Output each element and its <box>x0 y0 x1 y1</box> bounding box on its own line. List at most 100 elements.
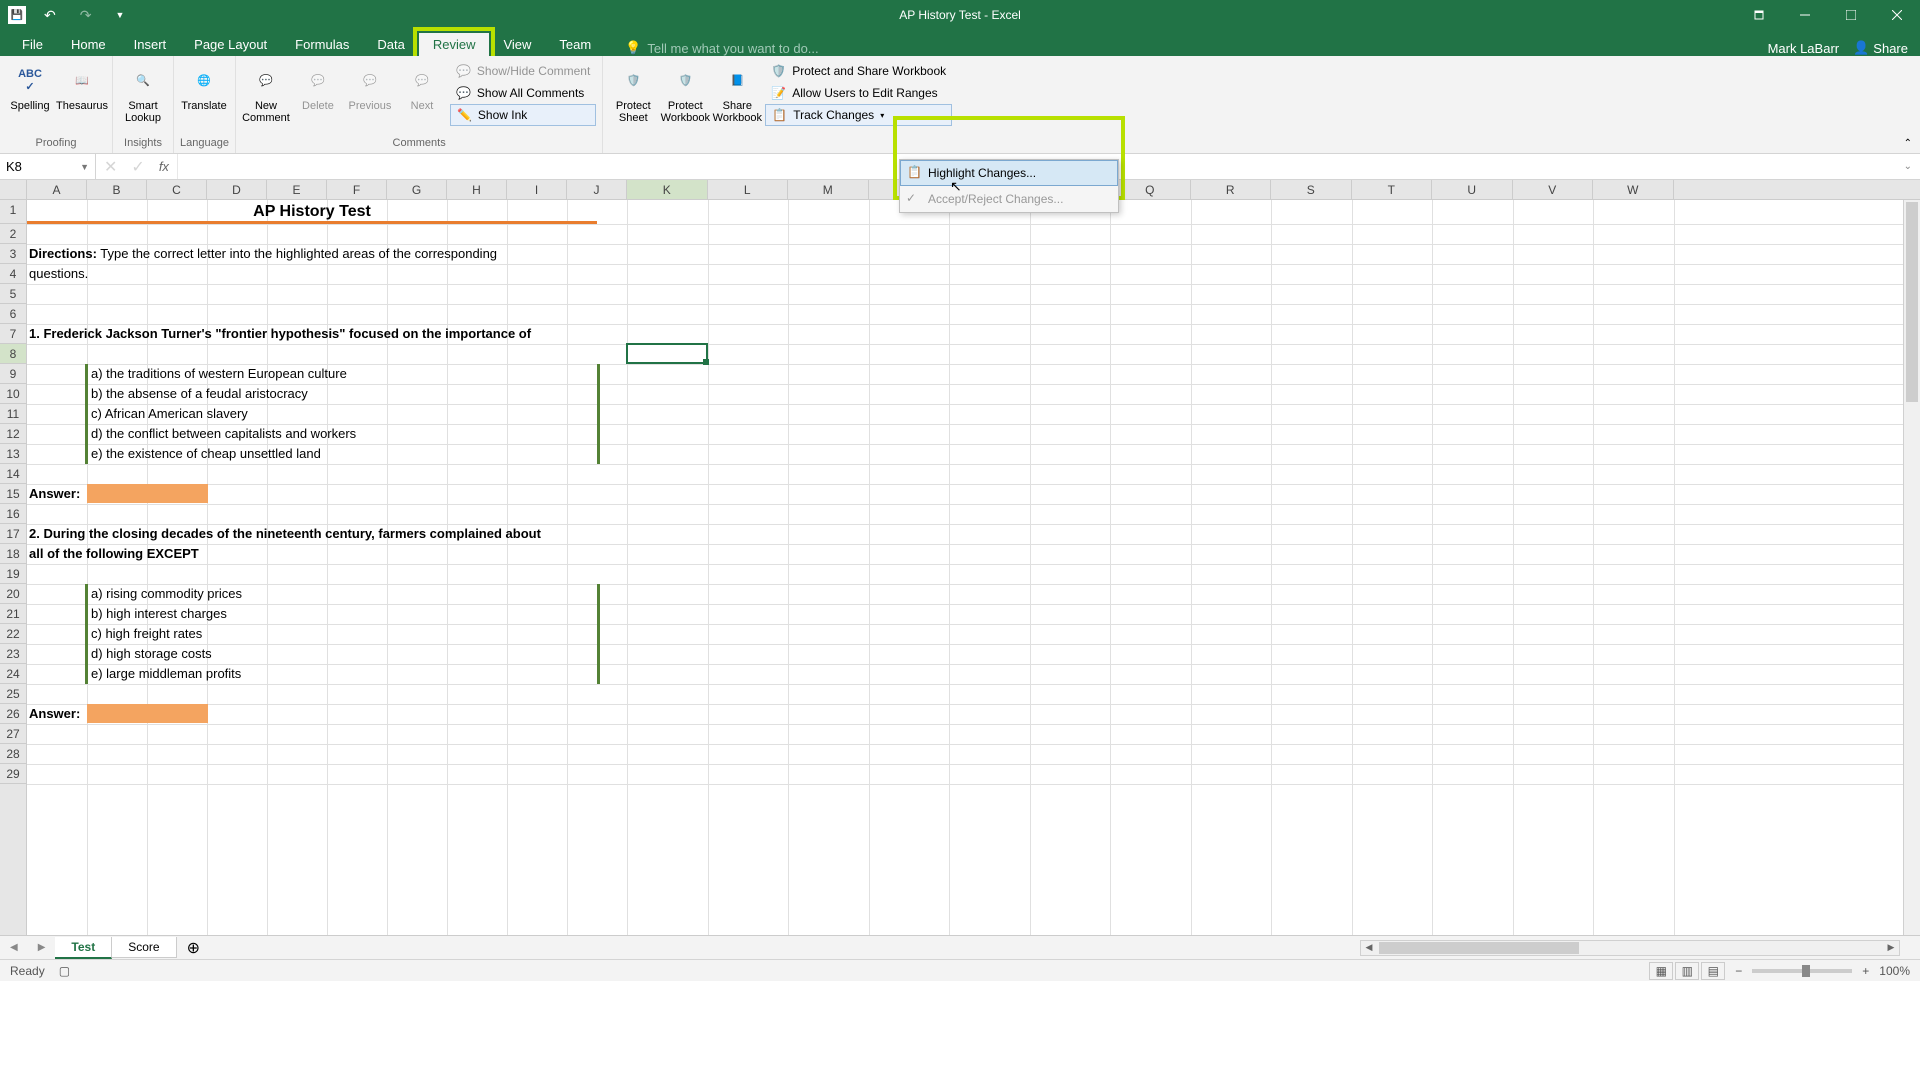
hscroll-right[interactable]: ▶ <box>1883 941 1899 955</box>
maximize-button[interactable] <box>1828 0 1874 30</box>
col-header-V[interactable]: V <box>1513 180 1594 199</box>
spreadsheet-grid[interactable]: ABCDEFGHIJKLMNOPQRSTUVW 1234567891011121… <box>0 180 1920 935</box>
vertical-scrollbar[interactable] <box>1903 200 1920 935</box>
horizontal-scrollbar[interactable]: ◀ ▶ <box>1360 940 1900 956</box>
save-icon[interactable]: 💾 <box>8 6 26 24</box>
user-name[interactable]: Mark LaBarr <box>1768 41 1840 56</box>
tab-file[interactable]: File <box>8 33 57 56</box>
tab-team[interactable]: Team <box>545 33 605 56</box>
redo-button[interactable]: ↷ <box>74 7 98 24</box>
spelling-button[interactable]: ABC✓ Spelling <box>6 60 54 116</box>
new-comment-button[interactable]: 💬 New Comment <box>242 60 290 128</box>
protect-sheet-button[interactable]: 🛡️ Protect Sheet <box>609 60 657 128</box>
normal-view-button[interactable]: ▦ <box>1649 962 1673 980</box>
sheet-tab-test[interactable]: Test <box>55 937 112 959</box>
page-break-view-button[interactable]: ▤ <box>1701 962 1725 980</box>
col-header-A[interactable]: A <box>27 180 87 199</box>
tab-page-layout[interactable]: Page Layout <box>180 33 281 56</box>
zoom-out-button[interactable]: − <box>1735 964 1742 978</box>
row-header-12[interactable]: 12 <box>0 424 26 444</box>
row-header-20[interactable]: 20 <box>0 584 26 604</box>
expand-formula-bar[interactable]: ⌄ <box>1896 161 1920 172</box>
zoom-level[interactable]: 100% <box>1879 964 1910 978</box>
row-header-24[interactable]: 24 <box>0 664 26 684</box>
col-header-E[interactable]: E <box>267 180 327 199</box>
col-header-B[interactable]: B <box>87 180 147 199</box>
answer-box-2[interactable] <box>87 704 208 723</box>
col-header-L[interactable]: L <box>708 180 789 199</box>
zoom-slider[interactable] <box>1752 969 1852 973</box>
select-all-corner[interactable] <box>0 180 27 199</box>
row-header-10[interactable]: 10 <box>0 384 26 404</box>
col-header-H[interactable]: H <box>447 180 507 199</box>
hscroll-left[interactable]: ◀ <box>1361 941 1377 955</box>
col-header-D[interactable]: D <box>207 180 267 199</box>
col-header-S[interactable]: S <box>1271 180 1352 199</box>
col-header-G[interactable]: G <box>387 180 447 199</box>
tab-insert[interactable]: Insert <box>120 33 181 56</box>
row-header-22[interactable]: 22 <box>0 624 26 644</box>
fx-icon[interactable]: fx <box>159 159 169 174</box>
row-header-16[interactable]: 16 <box>0 504 26 524</box>
name-box[interactable]: K8 ▼ <box>0 154 96 179</box>
share-button[interactable]: 👤 Share <box>1853 40 1908 56</box>
row-header-26[interactable]: 26 <box>0 704 26 724</box>
minimize-button[interactable] <box>1782 0 1828 30</box>
col-header-W[interactable]: W <box>1593 180 1674 199</box>
row-header-15[interactable]: 15 <box>0 484 26 504</box>
col-header-K[interactable]: K <box>627 180 708 199</box>
row-header-8[interactable]: 8 <box>0 344 26 364</box>
hscroll-thumb[interactable] <box>1379 942 1579 954</box>
show-all-comments-button[interactable]: 💬 Show All Comments <box>450 82 596 104</box>
row-header-11[interactable]: 11 <box>0 404 26 424</box>
answer-box-1[interactable] <box>87 484 208 503</box>
close-button[interactable] <box>1874 0 1920 30</box>
collapse-ribbon-button[interactable]: ⌃ <box>1904 138 1912 149</box>
col-header-R[interactable]: R <box>1191 180 1272 199</box>
macro-record-icon[interactable]: ▢ <box>59 964 70 978</box>
selected-cell[interactable] <box>626 343 708 364</box>
col-header-T[interactable]: T <box>1352 180 1433 199</box>
protect-share-workbook-button[interactable]: 🛡️ Protect and Share Workbook <box>765 60 952 82</box>
ribbon-display-options[interactable] <box>1736 0 1782 30</box>
show-ink-button[interactable]: ✏️ Show Ink <box>450 104 596 126</box>
sheet-nav-next[interactable]: ▶ <box>28 942 56 953</box>
row-header-7[interactable]: 7 <box>0 324 26 344</box>
sheet-tab-score[interactable]: Score <box>112 937 176 958</box>
page-layout-view-button[interactable]: ▥ <box>1675 962 1699 980</box>
share-workbook-button[interactable]: 📘 Share Workbook <box>713 60 761 128</box>
allow-users-edit-button[interactable]: 📝 Allow Users to Edit Ranges <box>765 82 952 104</box>
row-header-17[interactable]: 17 <box>0 524 26 544</box>
row-header-5[interactable]: 5 <box>0 284 26 304</box>
chevron-down-icon[interactable]: ▼ <box>80 162 89 172</box>
highlight-changes-item[interactable]: 📋 Highlight Changes... <box>900 160 1118 186</box>
tab-review[interactable]: Review <box>419 33 490 56</box>
qat-customize[interactable]: ▼ <box>109 10 130 20</box>
row-header-25[interactable]: 25 <box>0 684 26 704</box>
row-header-21[interactable]: 21 <box>0 604 26 624</box>
col-header-C[interactable]: C <box>147 180 207 199</box>
col-header-J[interactable]: J <box>567 180 627 199</box>
row-header-6[interactable]: 6 <box>0 304 26 324</box>
tab-home[interactable]: Home <box>57 33 120 56</box>
protect-workbook-button[interactable]: 🛡️ Protect Workbook <box>661 60 709 128</box>
row-header-4[interactable]: 4 <box>0 264 26 284</box>
row-header-14[interactable]: 14 <box>0 464 26 484</box>
add-sheet-button[interactable]: ⊕ <box>177 938 210 958</box>
row-header-27[interactable]: 27 <box>0 724 26 744</box>
smart-lookup-button[interactable]: 🔍 Smart Lookup <box>119 60 167 128</box>
tell-me-search[interactable]: 💡 Tell me what you want to do... <box>625 40 818 56</box>
row-header-23[interactable]: 23 <box>0 644 26 664</box>
col-header-U[interactable]: U <box>1432 180 1513 199</box>
row-header-29[interactable]: 29 <box>0 764 26 784</box>
translate-button[interactable]: 🌐 Translate <box>180 60 228 116</box>
row-header-28[interactable]: 28 <box>0 744 26 764</box>
row-header-3[interactable]: 3 <box>0 244 26 264</box>
zoom-in-button[interactable]: + <box>1862 964 1869 978</box>
row-header-13[interactable]: 13 <box>0 444 26 464</box>
tab-formulas[interactable]: Formulas <box>281 33 363 56</box>
tab-view[interactable]: View <box>489 33 545 56</box>
col-header-F[interactable]: F <box>327 180 387 199</box>
tab-data[interactable]: Data <box>363 33 418 56</box>
fill-handle[interactable] <box>703 359 709 365</box>
